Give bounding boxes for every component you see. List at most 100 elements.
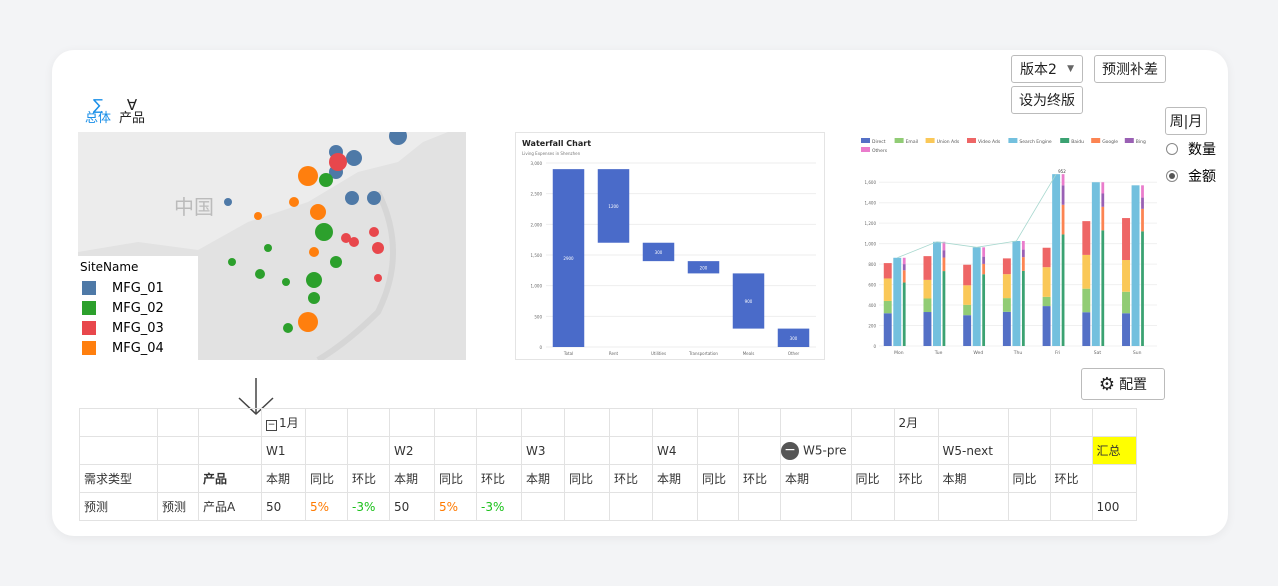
mode-total-label: 总体: [84, 111, 111, 126]
radio-quantity[interactable]: 数量: [1166, 139, 1216, 159]
table-cell: [1049, 492, 1093, 521]
trend-line: [897, 173, 1057, 259]
stacked-bar-segment: [1061, 174, 1065, 186]
stacked-bar-chart-panel[interactable]: Direct Email Union Ads Video Ads Search Engi…: [857, 132, 1165, 358]
stacked-bar-segment: [1122, 218, 1130, 261]
x-tick-label: Tue: [934, 350, 943, 356]
month-row: −1月 2月: [79, 408, 1137, 437]
cell-text: 汇总: [1096, 444, 1121, 458]
table-cell: [1091, 464, 1137, 493]
stacked-bar-segment: [1082, 254, 1091, 289]
stacked-bar-segment: [963, 264, 972, 286]
table-cell: 同比: [697, 464, 739, 493]
radio-amount-circle[interactable]: [1166, 170, 1178, 182]
x-tick-label: Total: [563, 351, 573, 356]
stacked-bar-segment: [963, 304, 972, 316]
cell-text: 环比: [1054, 472, 1079, 486]
map-bubble: [298, 312, 318, 332]
set-final-button[interactable]: 设为终版: [1011, 86, 1083, 114]
stacked-bar-segment: [1002, 274, 1011, 299]
table-cell: [521, 408, 565, 437]
waterfall-chart-panel[interactable]: Waterfall Chart Living Expenses in Shenz…: [515, 132, 825, 360]
map-bubble: [289, 197, 299, 207]
cell-text: 100: [1096, 499, 1120, 514]
collapse-icon[interactable]: −: [266, 420, 277, 431]
table-cell: [305, 436, 348, 465]
legend-label: Baidu: [1071, 139, 1084, 145]
cell-text: 需求类型: [84, 472, 133, 486]
stacked-bar-segment: [1101, 193, 1105, 207]
version-select[interactable]: 版本2 ▼: [1011, 55, 1083, 83]
table-cell: [198, 408, 262, 437]
legend-label: Search Engine: [1019, 139, 1052, 145]
table-cell: [564, 408, 610, 437]
cell-text: -3%: [481, 499, 505, 514]
map-bubble: [329, 153, 347, 171]
table-cell: 同比: [434, 464, 477, 493]
table-cell: 50: [261, 492, 306, 521]
table-cell: [937, 492, 1009, 521]
table-cell: 本期: [937, 464, 1009, 493]
map-bubble: [308, 292, 320, 304]
forecast-adjust-button[interactable]: 预测补差: [1094, 55, 1166, 83]
map-bubble: [349, 237, 359, 247]
table-cell: [652, 492, 698, 521]
map-bubble: [372, 242, 384, 254]
map-bubble: [310, 204, 326, 220]
table-cell: 本期: [780, 464, 852, 493]
dashboard-card: 版本2 ▼ 预测补差 设为终版 周|月 数量 金额 ∑ 总体 ∀ 产品 中国 S…: [52, 50, 1228, 536]
radio-quantity-circle[interactable]: [1166, 143, 1178, 155]
stacked-bar-segment: [1061, 204, 1065, 235]
cell-text: 本期: [394, 472, 419, 486]
table-cell: [521, 492, 565, 521]
stacked-bar-segment: [963, 315, 972, 346]
table-cell: 同比: [305, 464, 348, 493]
stacked-bar-segment: [1141, 185, 1144, 198]
remove-icon[interactable]: −: [781, 441, 799, 460]
table-cell: [1049, 436, 1093, 465]
map-bubble: [330, 256, 342, 268]
config-button[interactable]: ⚙ 配置: [1081, 368, 1165, 400]
line-label: 952: [1058, 169, 1066, 174]
legend-item: MFG_02: [78, 298, 198, 318]
x-tick-label: Thu: [1013, 350, 1023, 356]
search-engine-bar: [972, 247, 981, 346]
forall-icon: ∀: [126, 96, 138, 114]
table-cell: W2: [389, 436, 435, 465]
legend-label: Bing: [1136, 139, 1146, 145]
stacked-bar-segment: [982, 263, 986, 275]
legend-item: MFG_04: [78, 338, 198, 358]
x-tick-label: Meals: [743, 351, 755, 356]
waterfall-subtitle: Living Expenses in Shenzhen: [522, 151, 581, 156]
table-cell: 产品A: [198, 492, 262, 521]
table-cell: [738, 436, 781, 465]
map-bubble: [369, 227, 379, 237]
cell-text: W3: [526, 443, 546, 458]
table-cell: [347, 436, 390, 465]
search-engine-bar: [933, 241, 941, 346]
cell-text: 同比: [310, 472, 335, 486]
radio-quantity-label: 数量: [1188, 142, 1216, 158]
config-button-label: 配置: [1119, 377, 1148, 393]
radio-amount-label: 金额: [1188, 169, 1216, 185]
radio-amount[interactable]: 金额: [1166, 166, 1216, 186]
legend-swatch: [861, 147, 870, 152]
stacked-bar-segment: [1082, 288, 1091, 313]
map-bubble: [224, 198, 232, 206]
period-toggle-button[interactable]: 周|月: [1165, 107, 1207, 135]
table-cell: [157, 408, 199, 437]
map-bubble: [282, 278, 290, 286]
map-bubble: [254, 212, 262, 220]
stacked-bar-segment: [883, 300, 892, 314]
stacked-bar-chart-svg: Direct Email Union Ads Video Ads Search Engi…: [861, 138, 1157, 356]
cell-text: 本期: [266, 472, 291, 486]
legend-swatch: [82, 341, 96, 355]
search-engine-bar: [1012, 240, 1021, 346]
mode-product[interactable]: ∀ 产品: [116, 98, 148, 126]
mode-total[interactable]: ∑ 总体: [82, 98, 114, 126]
mode-product-label: 产品: [118, 111, 145, 126]
stacked-bar-segment: [883, 313, 892, 346]
stacked-bar-segment: [1122, 313, 1130, 346]
table-cell: 同比: [564, 464, 610, 493]
legend-swatch: [82, 281, 96, 295]
